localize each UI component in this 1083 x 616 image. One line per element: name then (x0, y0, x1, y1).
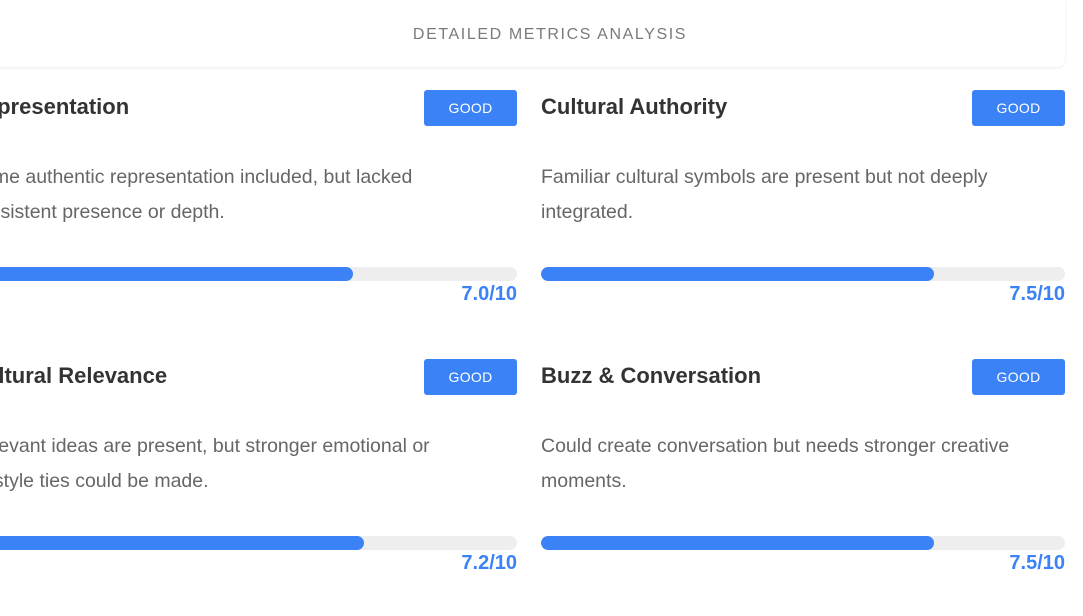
metric-description: Could create conversation but needs stro… (541, 435, 1010, 492)
metric-card-cultural-authority: Cultural Authority GOOD Familiar cultura… (541, 70, 1065, 310)
metric-card-buzz-conversation: Buzz & Conversation GOOD Could create co… (541, 339, 1065, 579)
metrics-header: DETAILED METRICS ANALYSIS (0, 0, 1065, 67)
metric-description: Some authentic representation included, … (0, 166, 413, 223)
score-progress-bar (541, 267, 1065, 281)
metric-title: Representation (0, 94, 130, 119)
metric-card-representation: Representation GOOD Some authentic repre… (0, 70, 517, 310)
score-progress-bar (0, 536, 517, 550)
score-value: 7.5/10 (1009, 283, 1065, 305)
score-progress-bar (541, 536, 1065, 550)
metric-title: Buzz & Conversation (541, 363, 762, 388)
score-progress-fill (541, 536, 934, 550)
score-progress-bar (0, 267, 517, 281)
score-value: 7.2/10 (461, 552, 517, 574)
metric-title: Cultural Authority (541, 94, 728, 119)
section-title: DETAILED METRICS ANALYSIS (412, 25, 688, 43)
rating-badge: GOOD (972, 90, 1065, 126)
rating-badge: GOOD (424, 359, 517, 395)
metric-description: Relevant ideas are present, but stronger… (0, 435, 430, 492)
rating-badge: GOOD (972, 359, 1065, 395)
rating-badge: GOOD (424, 90, 517, 126)
metric-title: Cultural Relevance (0, 363, 168, 388)
metric-card-cultural-relevance: Cultural Relevance GOOD Relevant ideas a… (0, 339, 517, 579)
score-progress-fill (541, 267, 934, 281)
score-progress-fill (0, 267, 353, 281)
score-value: 7.0/10 (461, 283, 517, 305)
metric-description: Familiar cultural symbols are present bu… (541, 166, 988, 223)
score-value: 7.5/10 (1009, 552, 1065, 574)
score-progress-fill (0, 536, 364, 550)
